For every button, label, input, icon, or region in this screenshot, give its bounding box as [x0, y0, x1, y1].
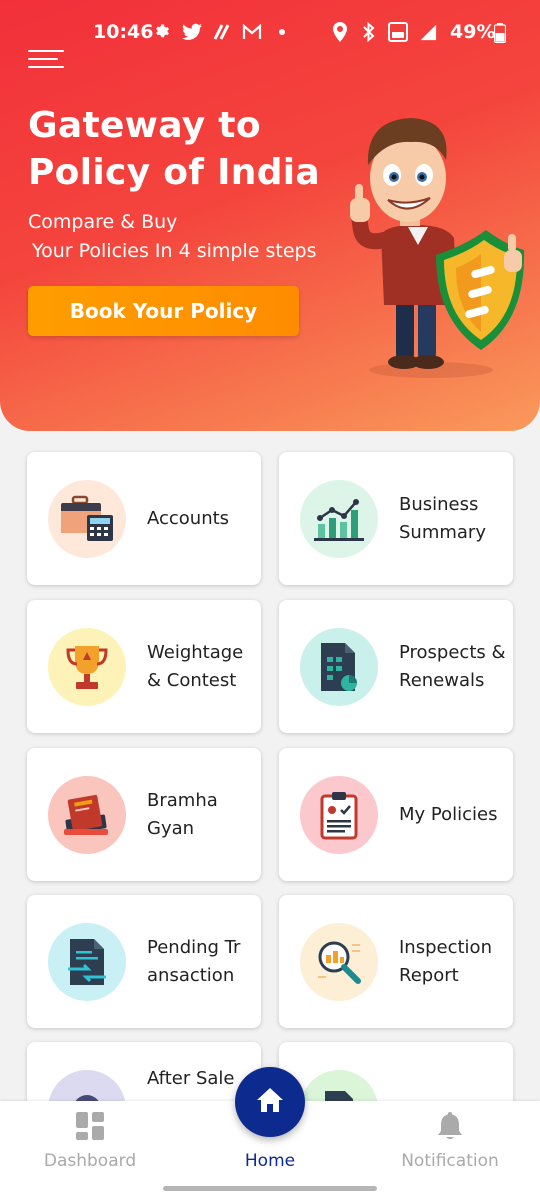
book-your-policy-button[interactable]: Book Your Policy	[28, 286, 299, 336]
tile-label: Pending Tr ansaction	[147, 895, 255, 1028]
location-icon	[330, 22, 350, 42]
tile-bramha-gyan[interactable]: Bramha Gyan	[27, 748, 261, 881]
gesture-home-indicator[interactable]	[163, 1186, 377, 1191]
tile-my-policies[interactable]: My Policies	[279, 748, 513, 881]
hero-banner: 10:46 49% Gateway to Policy of India Com…	[0, 0, 540, 431]
more-dot-icon	[272, 22, 292, 42]
tile-label: Accounts	[147, 507, 230, 529]
hamburger-menu-icon[interactable]	[28, 50, 64, 72]
hero-subtitle-line2: Your Policies In 4 simple steps	[32, 240, 317, 262]
gmail-icon	[242, 22, 262, 42]
home-fab-button[interactable]	[235, 1067, 305, 1137]
nav-label-home: Home	[244, 1151, 296, 1171]
inspection-icon	[300, 923, 378, 1001]
tile-label: Weightage & Contest	[147, 641, 244, 691]
tile-label: Business Summary	[399, 493, 486, 543]
tile-label-line2: ansaction	[147, 964, 235, 986]
hero-title: Gateway to Policy of India	[28, 105, 320, 193]
trophy-icon	[48, 628, 126, 706]
tile-prospects-renewals[interactable]: Prospects & Renewals	[279, 600, 513, 733]
status-bar: 10:46 49%	[0, 0, 540, 64]
tile-weightage-contest[interactable]: Weightage & Contest	[27, 600, 261, 733]
tile-label: My Policies	[399, 803, 498, 825]
battery-percentage: 49%	[450, 21, 496, 43]
tile-business-summary[interactable]: Business Summary	[279, 452, 513, 585]
settings-icon	[152, 22, 172, 42]
app-notification-icon	[212, 22, 232, 42]
accounts-icon	[48, 480, 126, 558]
nav-label-notification: Notification	[401, 1151, 499, 1171]
status-time: 10:46	[93, 21, 154, 43]
twitter-icon	[182, 22, 202, 42]
tile-inspection-report[interactable]: Inspection Report	[279, 895, 513, 1028]
books-icon	[48, 776, 126, 854]
tile-label: Bramha Gyan	[147, 789, 218, 839]
bluetooth-icon	[359, 22, 379, 42]
prospects-icon	[300, 628, 378, 706]
signal-icon	[417, 22, 437, 42]
nav-label-dashboard: Dashboard	[43, 1151, 137, 1171]
status-notification-icons	[152, 22, 292, 42]
dashboard-icon	[76, 1112, 104, 1145]
tile-pending-transaction[interactable]: Pending Tr ansaction	[27, 895, 261, 1028]
home-icon	[256, 1087, 284, 1118]
bell-icon	[437, 1112, 463, 1145]
tile-accounts[interactable]: Accounts	[27, 452, 261, 585]
tile-label: Prospects & Renewals	[399, 641, 506, 691]
status-system-icons	[330, 22, 437, 42]
mascot-illustration	[350, 118, 525, 378]
pending-transaction-icon	[48, 923, 126, 1001]
policy-document-icon	[300, 776, 378, 854]
nav-dashboard[interactable]: Dashboard	[15, 1101, 165, 1181]
nav-notification[interactable]: Notification	[375, 1101, 525, 1181]
battery-icon	[493, 23, 507, 49]
hero-subtitle-line1: Compare & Buy	[28, 211, 178, 233]
tile-label-line1: Pending Tr	[147, 936, 241, 958]
volte-icon	[388, 22, 408, 42]
business-summary-icon	[300, 480, 378, 558]
tile-label: Inspection Report	[399, 936, 492, 986]
